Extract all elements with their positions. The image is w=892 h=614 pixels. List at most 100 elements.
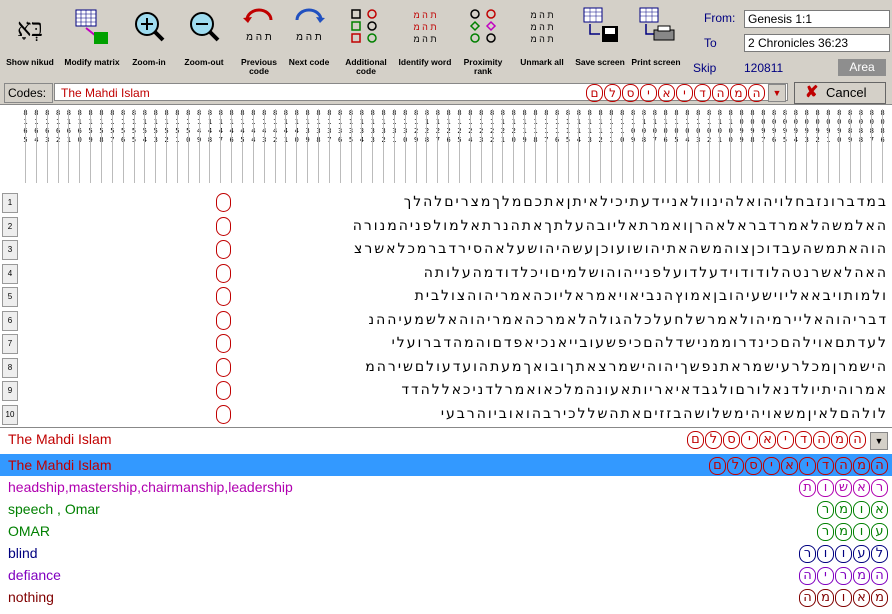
row-number: 4 <box>2 263 18 284</box>
area-button[interactable]: Area <box>838 59 886 76</box>
hebrew-letters-icon: בְּאָ <box>17 14 43 42</box>
modify-matrix-button[interactable]: Modify matrix <box>64 6 120 78</box>
code-letter: ה <box>813 431 830 449</box>
additional-code-button[interactable]: Additional code <box>338 6 394 78</box>
column-number: 8105 <box>671 109 682 183</box>
cancel-x-icon: ✘ <box>805 84 819 101</box>
code-letter-marker <box>216 404 231 424</box>
identify-word-button[interactable]: ת ה מ ת ה מ ת ה מ Identify word <box>397 6 453 78</box>
column-number: 8090 <box>834 109 845 183</box>
next-code-button[interactable]: ת ה מ Next code <box>281 6 337 78</box>
code-letter-marker <box>216 216 231 236</box>
code-letter-marker <box>216 287 231 306</box>
search-hebrew-code: המהדיאיסלם <box>686 431 866 449</box>
code-letter: ד <box>817 457 834 475</box>
code-letter: ד <box>694 84 711 102</box>
result-item[interactable]: blind לעוור <box>0 542 892 564</box>
proximity-rank-label: Proximity rank <box>463 57 503 76</box>
column-number: 8138 <box>313 109 324 183</box>
matrix-row[interactable]: דבריהוהאליירמיהולאמרשלחעלכלהגולהלאמרכהאמ… <box>20 309 888 331</box>
proximity-rank-button[interactable]: Proximity rank <box>455 6 511 78</box>
svg-text:ת ה מ: ת ה מ <box>296 32 322 43</box>
column-number: 8160 <box>74 109 85 183</box>
result-hebrew-code: המריה <box>798 565 888 587</box>
column-number: 8117 <box>541 109 552 183</box>
save-screen-label: Save screen <box>575 57 625 67</box>
column-number: 8127 <box>432 109 443 183</box>
svg-text:בְּאָ: בְּאָ <box>17 14 43 42</box>
matrix-row[interactable]: לעדתםאוילהםכינדרוממנישדלהםכיפשעובייאנכיא… <box>20 332 888 354</box>
proximity-rank-icon <box>469 9 497 43</box>
column-number: 8150 <box>183 109 194 183</box>
matrix-row[interactable]: אמרוהיתיולדנאלורםולגבדאיאריותאעונהמלכאוא… <box>20 379 888 401</box>
zoom-out-button[interactable]: Zoom-out <box>176 6 232 78</box>
column-number: 8157 <box>107 109 118 183</box>
matrix-row[interactable]: האהלאשרנטהלודודוידעלדועלפנייהוהושלמיםויכ… <box>20 262 888 284</box>
previous-code-button[interactable]: ת ה מ Previous code <box>231 6 287 78</box>
column-number: 8108 <box>638 109 649 183</box>
code-letter: א <box>658 84 675 102</box>
matrix-row[interactable]: ולמותויבאאליוישעיהובןאמוץהנביאויאמראליוכ… <box>20 285 888 307</box>
code-letter: ס <box>745 457 762 475</box>
row-number: 7 <box>2 334 18 354</box>
column-number: 8130 <box>400 109 411 183</box>
column-number: 8145 <box>237 109 248 183</box>
code-letter: ה <box>799 567 816 585</box>
column-number: 8155 <box>129 109 140 183</box>
column-number: 8121 <box>497 109 508 183</box>
code-letter: ר <box>817 523 834 541</box>
matrix-row[interactable]: הוהאתמשהעבדוכןצוהמשהאתיהושועוכןעשהיהושעל… <box>20 238 888 260</box>
from-field[interactable]: Genesis 1:1 <box>744 10 890 28</box>
result-item[interactable]: nothing מאומה <box>0 586 892 608</box>
result-hebrew-code: אומר <box>816 499 888 521</box>
column-number: 8163 <box>42 109 53 183</box>
code-letter: מ <box>817 589 834 607</box>
code-letter: ה <box>799 589 816 607</box>
result-item[interactable]: OMAR עומר <box>0 520 892 542</box>
matrix-row[interactable]: לולהםלאיןמשאויהימשלושהבזזיםאתהשללכירבהוא… <box>20 403 888 425</box>
row-number: 1 <box>2 193 18 213</box>
to-label: To <box>704 36 717 50</box>
zoom-in-icon <box>135 12 165 42</box>
codes-dropdown-button[interactable]: ▼ <box>768 84 786 102</box>
column-number: 8119 <box>519 109 530 183</box>
zoom-in-button[interactable]: Zoom-in <box>121 6 177 78</box>
result-item[interactable]: headship,mastership,chairmanship,leaders… <box>0 476 892 498</box>
print-screen-button[interactable]: Print screen <box>628 6 684 78</box>
matrix-row[interactable]: במדברונזבחלויהואלהינוולאניידעתיכילאיתןאת… <box>20 191 888 213</box>
code-letter: ה <box>871 567 888 585</box>
result-item[interactable]: speech , Omar אומר <box>0 498 892 520</box>
to-field[interactable]: 2 Chronicles 36:23 <box>744 34 890 52</box>
result-item[interactable]: defiance המריה <box>0 564 892 586</box>
show-nikud-button[interactable]: בְּאָ Show nikud <box>2 6 58 78</box>
column-number: 8107 <box>649 109 660 183</box>
modify-matrix-label: Modify matrix <box>64 57 120 67</box>
result-item[interactable]: The Mahdi Islam המהדיאיסלם <box>0 454 892 476</box>
code-letter: ל <box>705 431 722 449</box>
letter-matrix[interactable]: 1 במדברונזבחלויהואלהינוולאניידעתיכילאיתןא… <box>0 187 892 427</box>
column-number: 8146 <box>226 109 237 183</box>
unmark-all-button[interactable]: ת ה מ ת ה מ ת ה מ Unmark all <box>514 6 570 78</box>
save-screen-button[interactable]: Save screen <box>572 6 628 78</box>
code-letter: ה <box>748 84 765 102</box>
column-number: 8161 <box>63 109 74 183</box>
column-number: 8136 <box>335 109 346 183</box>
column-number: 8092 <box>812 109 823 183</box>
column-number: 8149 <box>194 109 205 183</box>
matrix-row[interactable]: האלמשהלאמרדבראלאהרןואמרתאליובהעלתךאתהנרת… <box>20 215 888 237</box>
codes-combobox[interactable]: The Mahdi Islam המהדיאיסלם ▼ <box>54 83 788 102</box>
code-letter: י <box>676 84 693 102</box>
search-row: The Mahdi Islam המהדיאיסלם ▼ <box>0 427 892 454</box>
column-number: 8087 <box>866 109 877 183</box>
code-letter: ו <box>835 545 852 563</box>
svg-text:ת ה מ: ת ה מ <box>246 32 272 43</box>
column-number: 8151 <box>172 109 183 183</box>
matrix-row[interactable]: הישמרןמכלרעישמראתנפשךיהוהישמרצאתךובואךמע… <box>20 356 888 378</box>
column-number: 8113 <box>584 109 595 183</box>
code-letter: י <box>817 567 834 585</box>
search-dropdown-button[interactable]: ▼ <box>870 432 888 450</box>
column-number: 8101 <box>714 109 725 183</box>
column-number: 8135 <box>346 109 357 183</box>
search-term-value: The Mahdi Islam <box>8 431 112 447</box>
cancel-button[interactable]: ✘ Cancel <box>794 82 886 104</box>
